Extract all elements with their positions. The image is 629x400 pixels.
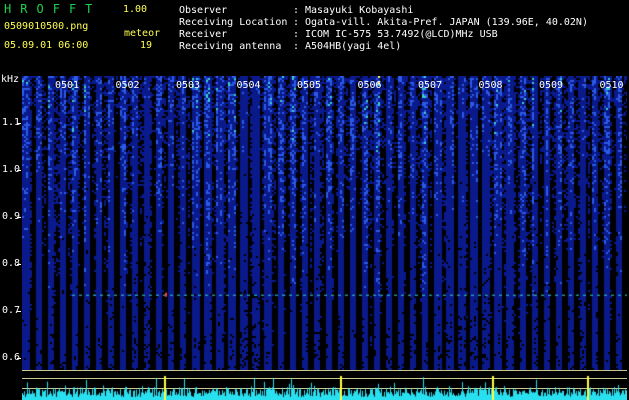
x-tick-label: 0504: [236, 80, 261, 91]
y-tick-mark: [17, 123, 21, 125]
y-tick-mark: [17, 170, 21, 172]
spectrogram: [22, 76, 627, 370]
hrofft-window: HROFFT 1.00 0509010500.png meteor 05.09.…: [0, 0, 629, 400]
location-value: Ogata-vill. Akita-Pref. JAPAN (139.96E, …: [305, 17, 588, 28]
app-version: 1.00: [123, 4, 148, 15]
x-tick-label: 0502: [115, 80, 140, 91]
antenna-label: Receiving antenna: [179, 41, 282, 52]
x-tick-label: 0510: [599, 80, 624, 91]
x-tick-label: 0508: [478, 80, 503, 91]
x-tick-label: 0507: [418, 80, 443, 91]
receiver-value: ICOM IC-575 53.7492(@LCD)MHz USB: [305, 29, 498, 40]
y-tick-mark: [17, 264, 21, 266]
x-tick-label: 0501: [55, 80, 80, 91]
y-axis-label: kHz: [1, 74, 20, 85]
x-tick-label: 0503: [176, 80, 201, 91]
observer-value: Masayuki Kobayashi: [305, 5, 414, 16]
separator-colon: :: [293, 5, 300, 16]
meteor-count-histogram: [22, 370, 627, 400]
timestamp: 05.09.01 06:00: [4, 40, 89, 51]
file-name: 0509010500.png: [4, 21, 89, 32]
receiver-label: Receiver: [179, 29, 228, 40]
meteor-label: meteor: [124, 28, 161, 39]
y-tick-mark: [17, 358, 21, 360]
meteor-count: 19: [140, 40, 153, 51]
antenna-value: A504HB(yagi 4el): [305, 41, 402, 52]
x-tick-label: 0509: [539, 80, 564, 91]
app-title: HROFFT: [4, 2, 102, 16]
x-tick-label: 0506: [357, 80, 382, 91]
y-tick-mark: [17, 311, 21, 313]
location-label: Receiving Location: [179, 17, 288, 28]
separator-colon: :: [293, 17, 300, 28]
y-tick-mark: [17, 217, 21, 219]
observer-label: Observer: [179, 5, 228, 16]
separator-colon: :: [293, 41, 300, 52]
separator-colon: :: [293, 29, 300, 40]
x-tick-label: 0505: [297, 80, 322, 91]
